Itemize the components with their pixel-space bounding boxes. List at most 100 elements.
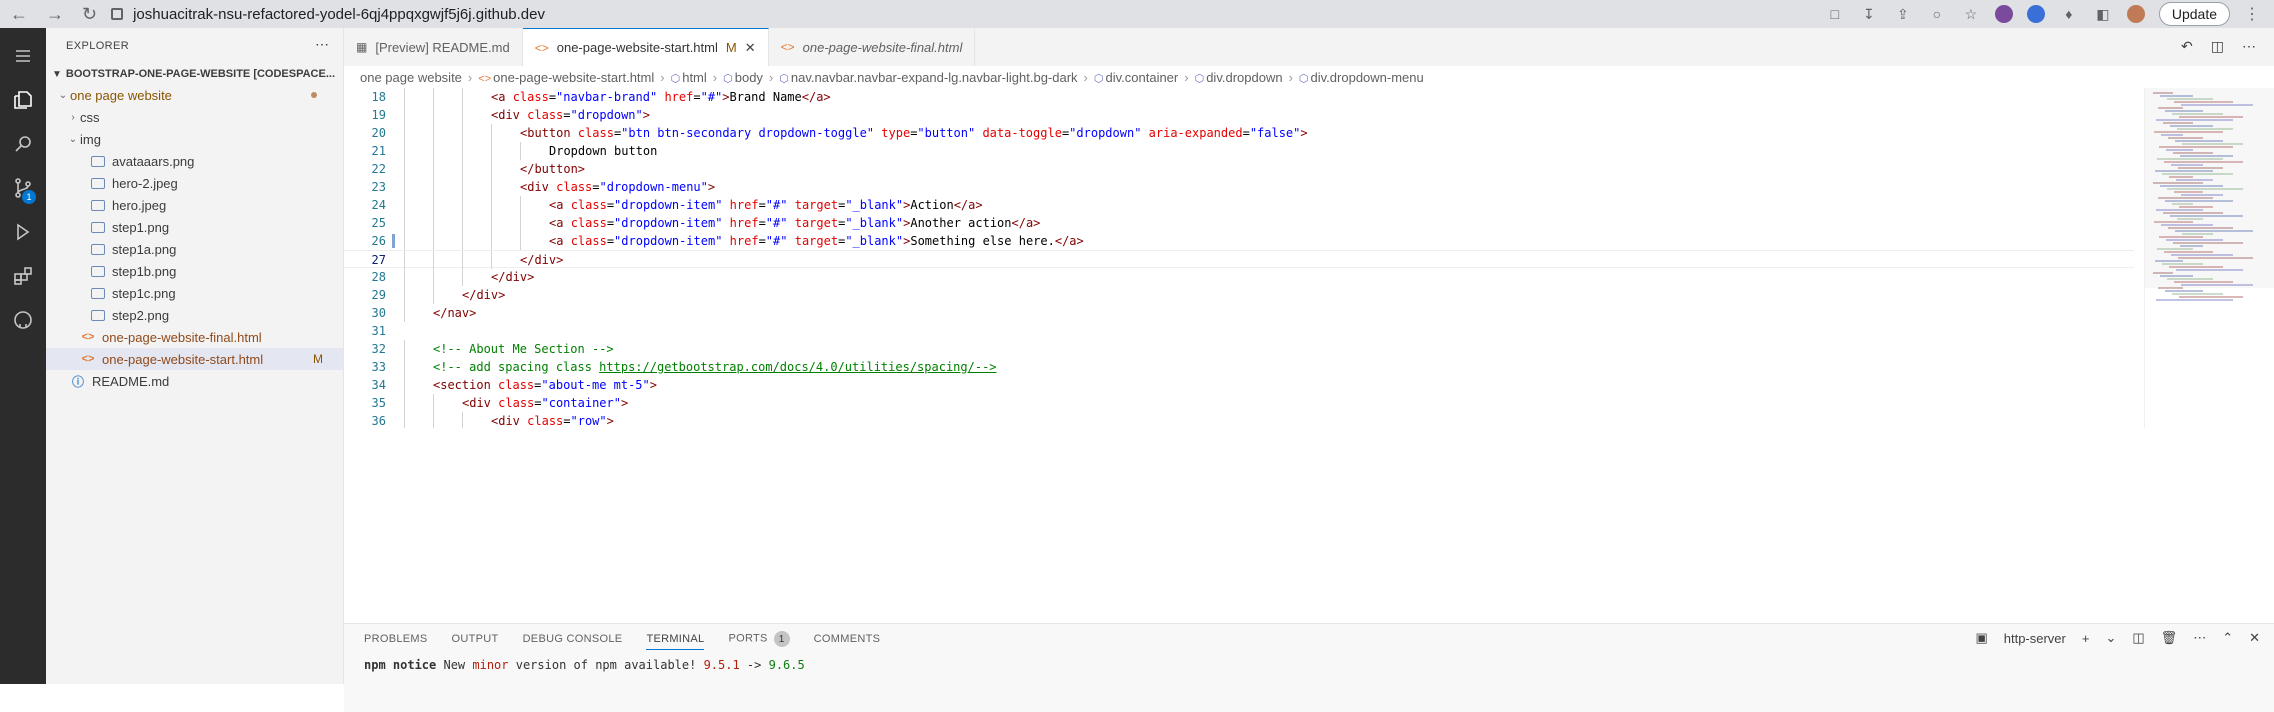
panel-tab[interactable]: PROBLEMS (364, 633, 428, 645)
breadcrumb-item[interactable]: ⬡ html (671, 70, 707, 85)
extension-icon[interactable] (1994, 5, 2013, 23)
breadcrumb-label: html (682, 69, 707, 85)
editor-tab[interactable]: <> one-page-website-start.html M ✕ (522, 28, 769, 66)
code-line[interactable]: 29 </div> (344, 286, 2134, 304)
tree-item[interactable]: step2.png (46, 304, 343, 326)
code-line[interactable]: 25 <a class="dropdown-item" href="#" targ… (344, 214, 2134, 232)
code-line[interactable]: 31 (344, 322, 2134, 340)
chevron-down-icon[interactable]: ⌄ (2105, 630, 2116, 646)
close-icon[interactable]: ✕ (2249, 630, 2260, 646)
tree-item[interactable]: step1.png (46, 216, 343, 238)
split-terminal-icon[interactable]: ◫ (2132, 630, 2144, 646)
tree-item[interactable]: step1b.png (46, 260, 343, 282)
code-text: <!-- About Me Section --> (433, 342, 614, 356)
code-line[interactable]: 18 <a class="navbar-brand" href="#">Brand… (344, 88, 2134, 106)
tree-item[interactable]: › css (46, 106, 343, 128)
more-actions-icon[interactable]: ⋯ (2193, 630, 2206, 646)
search-icon[interactable] (0, 122, 46, 166)
extensions-icon[interactable] (0, 254, 46, 298)
more-actions-icon[interactable]: ⋯ (315, 36, 329, 53)
code-line[interactable]: 21 Dropdown button (344, 142, 2134, 160)
breadcrumb-item[interactable]: ⬡ div.dropdown (1195, 70, 1283, 85)
menu-icon[interactable] (0, 34, 46, 78)
code-line[interactable]: 34 <section class="about-me mt-5"> (344, 376, 2134, 394)
code-line[interactable]: 35 <div class="container"> (344, 394, 2134, 412)
editor-tab[interactable]: ▦ [Preview] README.md (344, 28, 523, 66)
trash-icon[interactable]: 🗑 (2161, 630, 2178, 646)
panel-tab[interactable]: COMMENTS (814, 633, 881, 645)
back-icon[interactable]: ← (10, 4, 28, 25)
indent-guide (404, 304, 405, 322)
breadcrumb-item[interactable]: ⬡ div.container (1094, 70, 1178, 85)
share-icon[interactable]: ⇪ (1893, 4, 1913, 24)
breadcrumb-item[interactable]: ⬡ nav.navbar.navbar-expand-lg.navbar-ligh… (779, 70, 1077, 85)
panel-tab[interactable]: OUTPUT (452, 633, 499, 645)
tree-item[interactable]: hero.jpeg (46, 194, 343, 216)
address-bar[interactable]: joshuacitrak-nsu-refactored-yodel-6qj4pp… (111, 3, 545, 25)
tree-item[interactable]: step1a.png (46, 238, 343, 260)
explorer-icon[interactable] (0, 78, 46, 122)
site-info-icon[interactable] (111, 8, 124, 20)
panel-tab[interactable]: PORTS 1 (728, 631, 790, 647)
breadcrumb-item[interactable]: ⬡ div.dropdown-menu (1299, 70, 1424, 85)
code-line[interactable]: 26 <a class="dropdown-item" href="#" targ… (344, 232, 2134, 250)
git-change-marker[interactable] (392, 234, 395, 248)
reload-icon[interactable]: ↻ (82, 4, 97, 25)
extensions-puzzle-icon[interactable]: ♦ (2059, 4, 2079, 24)
modified-dot (311, 92, 317, 98)
tree-item[interactable]: avataaars.png (46, 150, 343, 172)
tree-item[interactable]: ⓘ README.md (46, 370, 343, 392)
save-page-icon[interactable]: □ (1825, 4, 1845, 24)
breadcrumb-item[interactable]: one page website (360, 70, 462, 85)
source-control-icon[interactable]: 1 (0, 166, 46, 210)
code-line[interactable]: 23 <div class="dropdown-menu"> (344, 178, 2134, 196)
terminal-name[interactable]: http-server (2004, 631, 2066, 646)
terminal-output[interactable]: npm notice New minor version of npm avai… (364, 658, 805, 672)
tree-item[interactable]: <> one-page-website-start.html M (46, 348, 343, 370)
chevron-right-icon: › (1184, 69, 1189, 85)
close-icon[interactable]: ✕ (745, 40, 756, 56)
tree-item[interactable]: step1c.png (46, 282, 343, 304)
code-line[interactable]: 22 </button> (344, 160, 2134, 178)
tree-item[interactable]: ⌄ img (46, 128, 343, 150)
avatar[interactable] (2126, 5, 2145, 23)
panel-tab[interactable]: TERMINAL (646, 633, 705, 650)
code-line[interactable]: 24 <a class="dropdown-item" href="#" targ… (344, 196, 2134, 214)
tree-item[interactable]: <> one-page-website-final.html (46, 326, 343, 348)
open-changes-icon[interactable]: ↶ (2181, 38, 2193, 55)
breadcrumb-item[interactable]: ⬡ body (723, 70, 763, 85)
tree-item[interactable]: hero-2.jpeg (46, 172, 343, 194)
code-line[interactable]: 33 <!-- add spacing class https://getboot… (344, 358, 2134, 376)
tree-item[interactable]: ⌄ one page website (46, 84, 343, 106)
code-line[interactable]: 28 </div> (344, 268, 2134, 286)
breadcrumb-item[interactable]: <> one-page-website-start.html (478, 70, 654, 85)
code-line[interactable]: 19 <div class="dropdown"> (344, 106, 2134, 124)
code-line[interactable]: 20 <button class="btn btn-secondary dropd… (344, 124, 2134, 142)
maximize-panel-icon[interactable]: ⌃ (2222, 630, 2233, 646)
code-editor[interactable]: 18 <a class="navbar-brand" href="#">Brand… (344, 88, 2134, 428)
side-panel-icon[interactable]: ◧ (2093, 4, 2113, 24)
workspace-section-header[interactable]: ▼ BOOTSTRAP-ONE-PAGE-WEBSITE [CODESPACE.… (46, 64, 343, 84)
indent-guide (433, 178, 434, 196)
download-icon[interactable]: ↧ (1859, 4, 1879, 24)
extension-icon[interactable] (2026, 5, 2045, 23)
split-editor-icon[interactable]: ◫ (2211, 38, 2224, 55)
new-terminal-icon[interactable]: + (2082, 631, 2090, 646)
indent-guide (433, 412, 434, 428)
github-icon[interactable] (0, 298, 46, 342)
indent-guide (433, 286, 434, 304)
bookmark-star-icon[interactable]: ☆ (1961, 4, 1981, 24)
update-button[interactable]: Update (2158, 2, 2230, 26)
zoom-icon[interactable]: ○ (1927, 4, 1947, 24)
browser-menu-icon[interactable]: ⋮ (2244, 4, 2260, 24)
run-debug-icon[interactable] (0, 210, 46, 254)
more-actions-icon[interactable]: ⋯ (2242, 38, 2256, 55)
code-line[interactable]: 36 <div class="row"> (344, 412, 2134, 428)
editor-tab[interactable]: <> one-page-website-final.html (769, 28, 976, 66)
minimap[interactable] (2144, 88, 2274, 428)
forward-icon[interactable]: → (46, 4, 64, 25)
code-line[interactable]: 32 <!-- About Me Section --> (344, 340, 2134, 358)
panel-tab[interactable]: DEBUG CONSOLE (523, 633, 623, 645)
code-line[interactable]: 27 </div> (344, 250, 2134, 269)
code-line[interactable]: 30 </nav> (344, 304, 2134, 322)
